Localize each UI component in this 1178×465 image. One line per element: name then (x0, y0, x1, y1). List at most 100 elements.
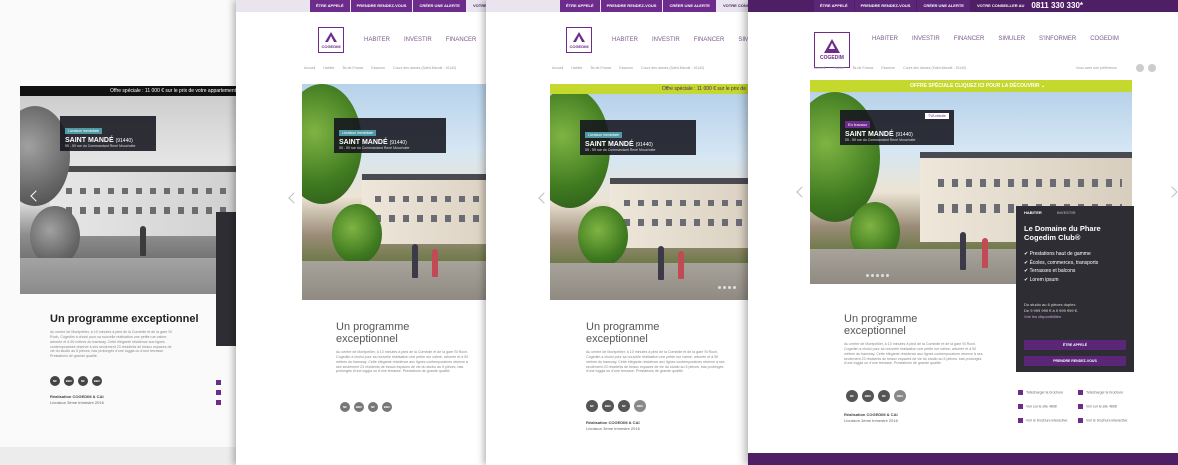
carousel-prev-arrow[interactable] (796, 186, 808, 198)
brochure-icon (1078, 418, 1083, 423)
nav-financer[interactable]: FINANCER (446, 37, 477, 43)
share-icon[interactable] (1136, 64, 1144, 72)
nav-habiter[interactable]: HABITER (872, 36, 898, 42)
crumb-dept[interactable]: Essonne (619, 66, 633, 70)
livraison-label: Livraison 3ème trimestre 2016 (586, 425, 640, 431)
program-title: Un programme exceptionnel (844, 313, 918, 337)
nav-simuler[interactable]: SIMULER (998, 36, 1025, 42)
nav-financer[interactable]: FINANCER (954, 36, 985, 42)
carousel-dots[interactable] (866, 274, 889, 277)
property-address: 55 - 59 rue du Commandant René Mouchotte (65, 144, 136, 148)
nav-habiter[interactable]: HABITER (364, 37, 390, 43)
certification-badges: NF BBC NF BBC (340, 402, 392, 412)
property-tag: En travaux TVA réduite SAINT MANDÉ (9144… (840, 110, 954, 145)
stage-label: Livraison immédiate (585, 132, 623, 138)
brochure-interactive-link[interactable]: Voir le brochure interactive (1018, 418, 1067, 423)
breadcrumb: Accueil Habiter Île-de-France Essonne Cours … (814, 66, 974, 70)
download-brochure-link[interactable]: Télécharger la brochure (1018, 390, 1063, 395)
carousel-prev-arrow[interactable] (538, 192, 550, 204)
info-panel (216, 212, 238, 346)
feature-item: ✔ Écoles, commerces, transports (1024, 259, 1098, 268)
crumb-habiter[interactable]: Habiter (833, 66, 844, 70)
dispo-link[interactable]: Voir les disponibilités (1024, 314, 1078, 320)
creer-alerte-button[interactable]: CRÉER UNE ALERTE (917, 0, 970, 12)
crumb-accueil[interactable]: Accueil (304, 66, 315, 70)
etre-appele-panel-button[interactable]: ÊTRE APPELÉ (1024, 340, 1126, 350)
panel-tabs: HABITER INVESTIR (1024, 210, 1075, 215)
property-address: 55 - 59 rue du Commandant René Mouchotte (339, 146, 410, 150)
site-link[interactable]: Voir sur le site 4808 (1078, 404, 1117, 409)
conseiller-label: VOTRE CONSEILLER AU (716, 0, 750, 12)
tab-habiter[interactable]: HABITER (1024, 210, 1042, 215)
nav-financer[interactable]: FINANCER (694, 37, 725, 43)
rendez-vous-button[interactable]: PRENDRE RENDEZ-VOUS (854, 0, 917, 12)
creer-alerte-button[interactable]: CRÉER UNE ALERTE (413, 0, 466, 12)
crumb-accueil[interactable]: Accueil (552, 66, 563, 70)
crumb-habiter[interactable]: Habiter (323, 66, 334, 70)
cogedim-logo[interactable]: COGEDIM (318, 27, 344, 53)
crumb-current: Cours des dames (Saint-Mandé - 91140) (393, 66, 457, 70)
brochure-interactive-link[interactable]: Voir le brochure interactive (1078, 418, 1127, 423)
cogedim-logo[interactable]: COGEDIM (814, 32, 850, 68)
vat-label: TVA réduite (924, 113, 949, 119)
property-tag: Livraison immédiate SAINT MANDÉ (91440) … (334, 118, 446, 153)
crumb-region[interactable]: Île-de-France (591, 66, 612, 70)
crumb-accueil[interactable]: Accueil (814, 66, 825, 70)
logo-text: COGEDIM (820, 55, 844, 61)
nav-investir[interactable]: INVESTIR (652, 37, 680, 43)
livraison-label: Livraison 3ème trimestre 2016 (50, 399, 104, 405)
download-icon (1018, 390, 1023, 395)
stage-label: Livraison immédiate (65, 128, 103, 134)
stage-label: En travaux (845, 121, 871, 128)
phone-number[interactable]: 0811 330 330* (1031, 1, 1083, 10)
brochure-link[interactable] (216, 400, 224, 405)
nav-investir[interactable]: INVESTIR (912, 36, 940, 42)
rendez-vous-panel-button[interactable]: PRENDRE RENDEZ-VOUS (1024, 356, 1126, 366)
footer-bar (748, 453, 1178, 465)
bbc-badge-icon: BBC (602, 400, 614, 412)
site-link[interactable] (216, 390, 224, 395)
bbc-badge-icon: BBC (382, 402, 392, 412)
rendez-vous-button[interactable]: PRENDRE RENDEZ-VOUS (350, 0, 413, 12)
offer-banner[interactable]: Offre spéciale : 11 000 € sur le prix de (550, 84, 750, 94)
mockup-page-1: Offre spéciale : 11 000 € sur le prix de… (0, 0, 238, 465)
carousel-prev-arrow[interactable] (288, 192, 300, 204)
crumb-dept[interactable]: Essonne (371, 66, 385, 70)
realisation-label: Réalisation COGEDIM & CAI (844, 412, 898, 417)
site-link[interactable]: Voir sur le site 4808 (1018, 404, 1057, 409)
certification-badges: NF BBC NF BBC (50, 376, 102, 386)
link-text: Voir le brochure interactive (1086, 418, 1128, 423)
crumb-region[interactable]: Île-de-France (853, 66, 874, 70)
search-hint[interactable]: Vous avez une préférence (1076, 66, 1117, 70)
nav-habiter[interactable]: HABITER (612, 37, 638, 43)
person-figure (140, 226, 146, 256)
hero-image (302, 84, 488, 300)
etre-appele-button[interactable]: ÊTRE APPELÉ (560, 0, 600, 12)
crumb-habiter[interactable]: Habiter (571, 66, 582, 70)
property-name: SAINT MANDÉ (91440) (585, 141, 691, 148)
rendez-vous-button[interactable]: PRENDRE RENDEZ-VOUS (600, 0, 663, 12)
print-icon[interactable] (1148, 64, 1156, 72)
nav-sinformer[interactable]: S'INFORMER (1039, 36, 1076, 42)
offer-banner[interactable]: OFFRE SPÉCIALE CLIQUEZ ICI POUR LA DÉCOU… (810, 80, 1132, 92)
crumb-dept[interactable]: Essonne (881, 66, 895, 70)
crumb-region[interactable]: Île-de-France (343, 66, 364, 70)
etre-appele-button[interactable]: ÊTRE APPELÉ (310, 0, 350, 12)
download-brochure-link[interactable]: Télécharger la brochure (1078, 390, 1123, 395)
creer-alerte-button[interactable]: CRÉER UNE ALERTE (663, 0, 716, 12)
link-text: Télécharger la brochure (1086, 390, 1124, 395)
tag-row: En travaux TVA réduite (845, 113, 949, 131)
carousel-dots[interactable] (718, 286, 736, 289)
cogedim-logo[interactable]: COGEDIM (566, 27, 592, 53)
stage-label: Livraison immédiate (339, 130, 377, 136)
realisation-label: Réalisation COGEDIM & CAI (586, 420, 640, 425)
nav-investir[interactable]: INVESTIR (404, 37, 432, 43)
price-info: Du studio au 6 pièces duplex. De 9 999 9… (1024, 302, 1078, 320)
property-tag: Livraison immédiate SAINT MANDÉ (91440) … (60, 116, 156, 151)
tab-investir[interactable]: INVESTIR (1057, 210, 1075, 215)
etre-appele-button[interactable]: ÊTRE APPELÉ (814, 0, 854, 12)
carousel-next-arrow[interactable] (1166, 186, 1178, 198)
nav-cogedim[interactable]: COGEDIM (1090, 36, 1119, 42)
download-link[interactable] (216, 380, 224, 385)
offer-banner[interactable]: Offre spéciale : 11 000 € sur le prix de… (20, 86, 238, 96)
